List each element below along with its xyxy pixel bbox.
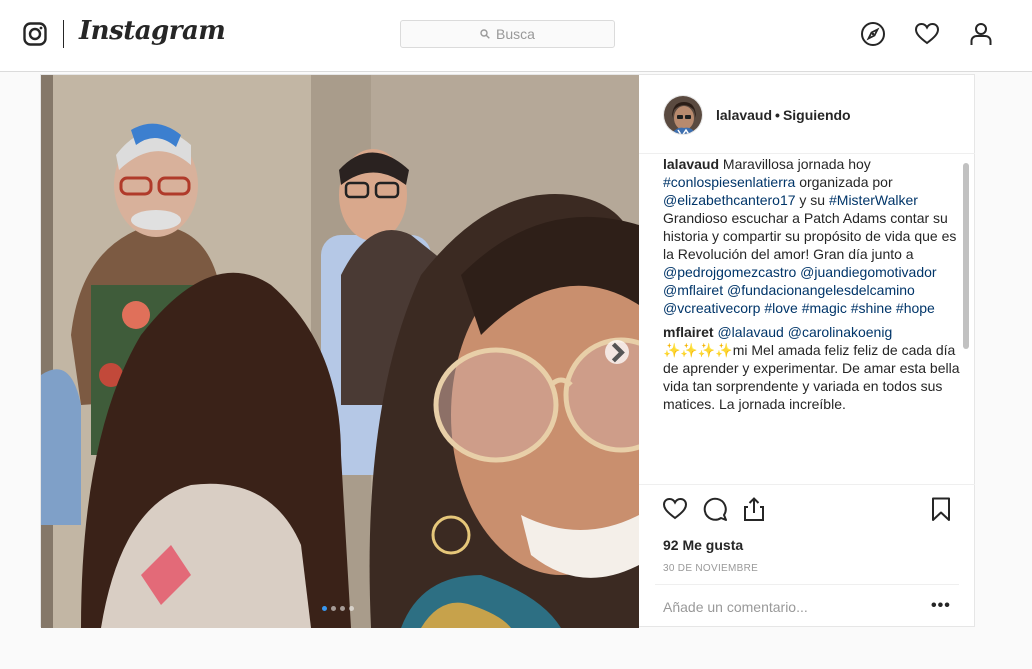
- likes-count[interactable]: 92 Me gusta: [663, 537, 743, 553]
- mention-link[interactable]: @elizabethcantero17: [663, 192, 796, 208]
- logo-divider: [63, 20, 64, 48]
- photo-illustration: [41, 75, 639, 628]
- instagram-wordmark[interactable]: Instagram: [79, 16, 226, 46]
- mention-link[interactable]: #magic: [802, 300, 847, 316]
- caption-username[interactable]: lalavaud: [663, 156, 719, 172]
- comment-text-segment: Maravillosa jornada hoy: [719, 156, 871, 172]
- mention-link[interactable]: #hope: [896, 300, 935, 316]
- explore-icon[interactable]: [860, 21, 886, 47]
- list-item: mflairet @lalavaud @carolinakoenig ✨✨✨✨m…: [663, 323, 963, 413]
- share-icon[interactable]: [741, 496, 767, 522]
- like-heart-icon[interactable]: [662, 496, 688, 522]
- carousel-indicator: [322, 606, 354, 611]
- add-comment-input[interactable]: Añade un comentario...: [663, 599, 808, 615]
- carousel-dot: [322, 606, 327, 611]
- profile-icon[interactable]: [968, 21, 994, 47]
- mention-link[interactable]: @juandiegomotivador: [800, 264, 936, 280]
- mention-link[interactable]: @fundacionangelesdelcamino: [727, 282, 915, 298]
- mention-link[interactable]: @pedrojgomezcastro: [663, 264, 796, 280]
- mention-link[interactable]: @carolinakoenig: [788, 324, 893, 340]
- mention-link[interactable]: @lalavaud: [717, 324, 783, 340]
- carousel-next-button[interactable]: [605, 340, 629, 364]
- mention-link[interactable]: #shine: [851, 300, 892, 316]
- more-options-button[interactable]: •••: [931, 597, 951, 615]
- mention-link[interactable]: @mflairet: [663, 282, 723, 298]
- scrollbar-thumb[interactable]: [963, 163, 969, 349]
- save-bookmark-icon[interactable]: [928, 496, 954, 522]
- avatar[interactable]: [663, 95, 703, 135]
- caption-comment: lalavaud Maravillosa jornada hoy #conlos…: [663, 155, 963, 317]
- mention-link[interactable]: #conlospiesenlatierra: [663, 174, 795, 190]
- carousel-dot: [340, 606, 345, 611]
- avatar-image: [664, 96, 702, 134]
- post-date[interactable]: 30 DE NOVIEMBRE: [663, 563, 758, 574]
- carousel-dot: [349, 606, 354, 611]
- comment-text-segment: ✨✨✨✨mi Mel amada feliz feliz de cada día…: [663, 342, 960, 412]
- heart-icon[interactable]: [914, 21, 940, 47]
- post-header: lalavaud • Siguiendo: [639, 75, 975, 154]
- search-box[interactable]: Busca: [400, 20, 615, 48]
- search-placeholder: Busca: [496, 26, 535, 42]
- comment-username[interactable]: mflairet: [663, 324, 714, 340]
- comment-text-segment: y su: [795, 192, 829, 208]
- post-sidebar: lalavaud • Siguiendo lalavaud Maravillosa …: [639, 75, 975, 628]
- carousel-dot: [331, 606, 336, 611]
- mention-link[interactable]: #MisterWalker: [829, 192, 918, 208]
- mention-link[interactable]: @vcreativecorp: [663, 300, 760, 316]
- add-comment-row: Añade un comentario... •••: [655, 584, 959, 629]
- top-navigation-bar: Instagram Busca: [0, 0, 1032, 72]
- comment-text-segment: organizada por: [795, 174, 893, 190]
- comments-list: lalavaud Maravillosa jornada hoy #conlos…: [663, 155, 963, 485]
- follow-status[interactable]: Siguiendo: [783, 107, 851, 123]
- mention-link[interactable]: #love: [764, 300, 797, 316]
- post-actions: 92 Me gusta 30 DE NOVIEMBRE Añade un com…: [639, 484, 975, 628]
- comment-icon[interactable]: [702, 496, 728, 522]
- chevron-right-icon: [611, 342, 625, 362]
- post-card: lalavaud • Siguiendo lalavaud Maravillosa …: [40, 74, 975, 628]
- instagram-camera-icon[interactable]: [23, 22, 47, 46]
- post-photo[interactable]: [41, 75, 639, 628]
- search-icon: [480, 29, 490, 39]
- post-username[interactable]: lalavaud: [716, 107, 772, 123]
- separator-dot: •: [775, 107, 780, 123]
- post-header-text: lalavaud • Siguiendo: [716, 107, 851, 123]
- comment-text-segment: Grandioso escuchar a Patch Adams contar …: [663, 210, 957, 262]
- caption-text: Maravillosa jornada hoy #conlospiesenlat…: [663, 156, 956, 316]
